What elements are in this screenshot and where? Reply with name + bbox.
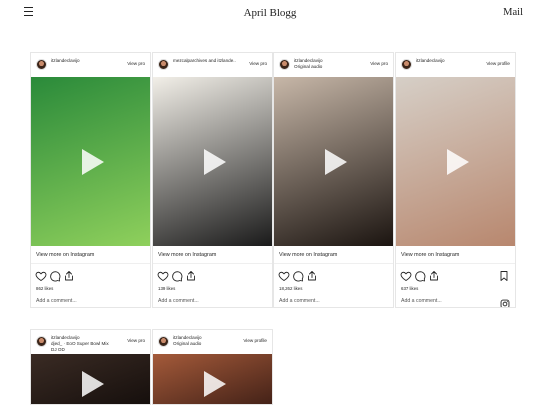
- view-more-link[interactable]: View more on Instagram: [36, 252, 94, 258]
- card-header: itzlandeclavijo djed_ · EoO Super Bowl M…: [31, 330, 150, 354]
- avatar[interactable]: [158, 336, 169, 347]
- share-icon[interactable]: [306, 269, 318, 281]
- site-title[interactable]: April Blogg: [0, 7, 540, 19]
- comment-icon[interactable]: [414, 269, 426, 282]
- add-comment-link[interactable]: Add a comment...: [401, 298, 442, 304]
- comment-icon[interactable]: [49, 269, 61, 282]
- video-thumbnail[interactable]: [153, 77, 272, 246]
- likes-count[interactable]: 18,262 likes: [279, 286, 302, 291]
- audio-subtitle: Original audio: [173, 341, 202, 346]
- card-header: mezcalparchives and itzlande.. View pro: [153, 53, 272, 77]
- likes-count[interactable]: 139 likes: [158, 286, 175, 291]
- card-header: itzlandeclavijo View profile: [396, 53, 515, 77]
- add-comment-link[interactable]: Add a comment...: [158, 298, 199, 304]
- card-user-info: itzlandeclavijo djed_ · EoO Super Bowl M…: [51, 335, 109, 353]
- comment-icon[interactable]: [171, 269, 183, 282]
- heart-icon[interactable]: [278, 269, 290, 282]
- instagram-embed-card: itzlandeclavijo Original audio View prof…: [152, 329, 273, 405]
- view-more-link[interactable]: View more on Instagram: [158, 252, 216, 258]
- video-thumbnail[interactable]: [31, 77, 150, 246]
- view-profile-link[interactable]: View profile: [243, 338, 267, 343]
- play-icon[interactable]: [80, 369, 106, 399]
- card-user-info: mezcalparchives and itzlande..: [173, 58, 236, 64]
- likes-count[interactable]: 862 likes: [36, 286, 53, 291]
- action-bar: [35, 269, 75, 282]
- card-header: itzlandeclavijo Original audio View pro: [274, 53, 393, 77]
- bookmark-icon[interactable]: [498, 269, 510, 281]
- add-comment-link[interactable]: Add a comment...: [279, 298, 320, 304]
- share-icon[interactable]: [428, 269, 440, 281]
- divider: [153, 263, 272, 264]
- view-profile-link[interactable]: View pro: [127, 338, 145, 343]
- play-icon[interactable]: [323, 147, 349, 177]
- heart-icon[interactable]: [35, 269, 47, 282]
- avatar[interactable]: [36, 336, 47, 347]
- audio-subtitle: djed_ · EoO Super Bowl Mix DJ OD: [51, 341, 109, 352]
- heart-icon[interactable]: [400, 269, 412, 282]
- instagram-embed-card: itzlandeclavijo djed_ · EoO Super Bowl M…: [30, 329, 151, 405]
- action-bar: [400, 269, 440, 282]
- play-icon[interactable]: [80, 147, 106, 177]
- card-user-info: itzlandeclavijo Original audio: [173, 335, 202, 347]
- instagram-embed-card: itzlandeclavijo View profile View more o…: [395, 52, 516, 308]
- video-thumbnail[interactable]: [31, 354, 150, 404]
- top-bar: April Blogg Mail: [0, 0, 540, 28]
- card-user-info: itzlandeclavijo: [416, 58, 445, 64]
- divider: [274, 263, 393, 264]
- add-comment-link[interactable]: Add a comment...: [36, 298, 77, 304]
- instagram-icon[interactable]: [500, 296, 510, 307]
- username[interactable]: itzlandeclavijo: [51, 58, 80, 64]
- video-thumbnail[interactable]: [153, 354, 272, 404]
- avatar[interactable]: [36, 59, 47, 70]
- share-icon[interactable]: [63, 269, 75, 281]
- comment-icon[interactable]: [292, 269, 304, 282]
- video-thumbnail[interactable]: [396, 77, 515, 246]
- play-icon[interactable]: [202, 147, 228, 177]
- play-icon[interactable]: [202, 369, 228, 399]
- audio-subtitle: Original audio: [294, 64, 323, 69]
- view-more-link[interactable]: View more on Instagram: [279, 252, 337, 258]
- instagram-embed-card: mezcalparchives and itzlande.. View pro …: [152, 52, 273, 308]
- avatar[interactable]: [158, 59, 169, 70]
- share-icon[interactable]: [185, 269, 197, 281]
- instagram-embed-card: itzlandeclavijo View pro View more on In…: [30, 52, 151, 308]
- mail-link[interactable]: Mail: [503, 7, 523, 18]
- avatar[interactable]: [279, 59, 290, 70]
- divider: [396, 263, 515, 264]
- username[interactable]: itzlandeclavijo: [416, 58, 445, 64]
- card-header: itzlandeclavijo View pro: [31, 53, 150, 77]
- play-icon[interactable]: [445, 147, 471, 177]
- avatar[interactable]: [401, 59, 412, 70]
- action-bar: [278, 269, 318, 282]
- video-thumbnail[interactable]: [274, 77, 393, 246]
- instagram-embed-card: itzlandeclavijo Original audio View pro …: [273, 52, 394, 308]
- likes-count[interactable]: 637 likes: [401, 286, 418, 291]
- heart-icon[interactable]: [157, 269, 169, 282]
- view-profile-link[interactable]: View pro: [127, 61, 145, 66]
- view-profile-link[interactable]: View pro: [249, 61, 267, 66]
- view-profile-link[interactable]: View pro: [370, 61, 388, 66]
- card-user-info: itzlandeclavijo Original audio: [294, 58, 323, 70]
- action-bar: [157, 269, 197, 282]
- view-more-link[interactable]: View more on Instagram: [401, 252, 459, 258]
- divider: [31, 263, 150, 264]
- view-profile-link[interactable]: View profile: [486, 61, 510, 66]
- username[interactable]: mezcalparchives and itzlande..: [173, 58, 236, 64]
- card-user-info: itzlandeclavijo: [51, 58, 80, 64]
- card-header: itzlandeclavijo Original audio View prof…: [153, 330, 272, 354]
